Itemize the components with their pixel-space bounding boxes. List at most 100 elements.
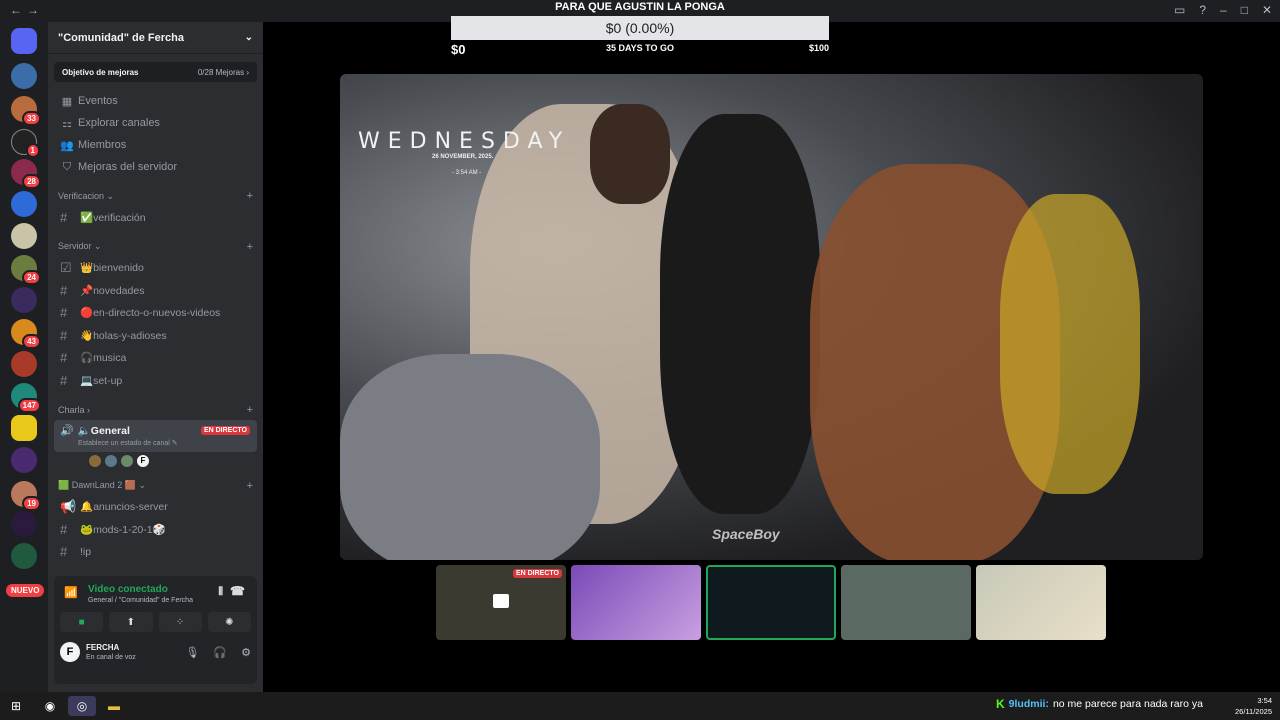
category-verificacion[interactable]: Verificacion ⌄ + [48, 186, 263, 206]
channel-sidebar: "Comunidad" de Fercha ⌄ Objetivo de mejo… [48, 22, 263, 692]
inbox-icon[interactable]: ▭ [1174, 3, 1185, 17]
system-clock[interactable]: 3:54 26/11/2025 [1235, 695, 1272, 717]
rules-icon: ☑ [60, 259, 72, 275]
server-icon[interactable]: 43 [11, 319, 41, 349]
obs-icon[interactable]: ◉ [36, 696, 64, 716]
channel-status[interactable]: Establece un estado de canal ✎ [78, 439, 178, 447]
participant-tile[interactable] [841, 565, 971, 640]
maximize-icon[interactable]: □ [1241, 3, 1248, 17]
voice-users: F [88, 453, 263, 468]
add-channel-icon[interactable]: + [247, 241, 253, 253]
headphones-icon[interactable]: 🎧 [213, 646, 227, 659]
participant-tile[interactable] [571, 565, 701, 640]
members-icon: 👥 [60, 139, 74, 152]
disconnect-icon[interactable]: ☎ [230, 584, 245, 598]
video-figure [590, 104, 670, 204]
voice-buttons: ■ ⬆ ⁘ ✺ [54, 604, 257, 632]
voice-channel-general[interactable]: 🔊 🔈General EN DIRECTO Establece un estad… [54, 419, 257, 452]
overlay-time: - 3:54 AM - [452, 170, 482, 176]
participant-thumbnails: EN DIRECTO [436, 565, 1106, 640]
activities-button[interactable]: ⁘ [158, 612, 202, 632]
participant-tile[interactable]: EN DIRECTO [436, 565, 566, 640]
soundboard-button[interactable]: ✺ [207, 612, 251, 632]
server-header[interactable]: "Comunidad" de Fercha ⌄ [48, 22, 263, 54]
main-video-stream[interactable]: WEDNESDAY 26 NOVEMBER, 2025. - 3:54 AM -… [340, 74, 1203, 560]
server-icon[interactable] [11, 415, 37, 441]
settings-gear-icon[interactable]: ⚙ [241, 646, 251, 659]
server-icon[interactable]: 1 [11, 129, 40, 158]
discord-home-icon[interactable] [11, 28, 37, 54]
menu-item-boosts[interactable]: ⛉ Mejoras del servidor [48, 156, 263, 178]
live-badge: EN DIRECTO [512, 569, 562, 578]
voice-connection: 📶 Video conectado General / "Comunidad" … [54, 576, 257, 604]
hash-icon: # [60, 282, 68, 298]
microphone-icon[interactable]: 🎙 [185, 646, 199, 659]
channel-holas[interactable]: # 👋holas-y-adioses [48, 324, 263, 347]
channel-musica[interactable]: # 🎧musica [48, 347, 263, 370]
file-explorer-icon[interactable]: ▬ [100, 696, 128, 716]
channel-bienvenido[interactable]: ☑ 👑bienvenido [48, 257, 263, 280]
signal-icon[interactable]: 📶 [64, 586, 78, 599]
server-icon[interactable] [11, 287, 37, 313]
screen-share-button[interactable]: ⬆ [109, 612, 153, 632]
noise-suppression-icon[interactable]: ⫴ [218, 586, 223, 599]
help-icon[interactable]: ? [1199, 3, 1206, 17]
menu-item-members[interactable]: 👥 Miembros [48, 134, 263, 156]
hash-icon: # [60, 521, 68, 537]
close-icon[interactable]: ✕ [1262, 3, 1272, 17]
windows-start-icon[interactable]: ⊞ [2, 696, 30, 716]
back-arrow-icon[interactable]: ← [10, 3, 22, 17]
server-icon[interactable] [11, 223, 37, 249]
boost-goal[interactable]: Objetivo de mejoras 0/28 Mejoras › [54, 62, 257, 82]
avatar[interactable] [120, 453, 134, 468]
participant-tile[interactable] [976, 565, 1106, 640]
menu-item-events[interactable]: ▦ Eventos [48, 90, 263, 112]
avatar[interactable] [88, 453, 102, 468]
camera-button[interactable]: ■ [60, 612, 104, 632]
channel-setup[interactable]: # 💻set-up [48, 369, 263, 392]
server-icon[interactable] [11, 63, 37, 89]
avatar[interactable]: F [60, 642, 80, 662]
screen-share-icon [493, 594, 509, 608]
avatar[interactable]: F [136, 453, 150, 468]
server-icon[interactable]: 28 [11, 159, 41, 189]
menu-item-browse-channels[interactable]: ⚏ Explorar canales [48, 112, 263, 134]
server-icon[interactable]: 33 [11, 96, 41, 126]
goal-max: $100 [808, 43, 829, 53]
channel-en-directo[interactable]: # 🔴en-directo-o-nuevos-videos [48, 302, 263, 325]
participant-tile[interactable] [706, 565, 836, 640]
chat-username: 9ludmii: [1008, 698, 1049, 710]
add-channel-icon[interactable]: + [247, 404, 253, 416]
username[interactable]: FERCHA En canal de voz [86, 643, 136, 661]
channel-verificacion[interactable]: # ✅verificación [48, 206, 263, 229]
avatar[interactable] [104, 453, 118, 468]
boost-icon: ⛉ [62, 160, 72, 173]
channel-mods[interactable]: # 🐸mods-1-20-1🎲 [48, 518, 263, 541]
new-badge[interactable]: NUEVO [6, 584, 45, 597]
announcement-icon: 📢 [60, 498, 77, 514]
add-channel-icon[interactable]: + [247, 190, 253, 202]
channel-novedades[interactable]: # 📌novedades [48, 279, 263, 302]
server-icon[interactable] [11, 543, 37, 569]
server-icon[interactable]: 19 [11, 481, 41, 511]
category-servidor[interactable]: Servidor ⌄ + [48, 237, 263, 257]
server-icon[interactable] [11, 447, 37, 473]
hash-icon: # [60, 350, 68, 366]
server-icon[interactable] [11, 511, 37, 537]
forward-arrow-icon[interactable]: → [27, 3, 39, 17]
discord-taskbar-icon[interactable]: ◎ [68, 696, 96, 716]
category-dawnland[interactable]: 🟩 DawnLand 2 🟫 ⌄ + [48, 476, 263, 496]
voice-location: General / "Comunidad" de Fercha [88, 597, 193, 604]
server-icon[interactable] [11, 351, 37, 377]
server-icon[interactable] [11, 191, 37, 217]
minimize-icon[interactable]: – [1220, 3, 1227, 17]
category-charla[interactable]: Charla › + [48, 400, 263, 420]
channel-anuncios[interactable]: 📢 🔔anuncios-server [48, 496, 263, 519]
window-controls: ▭ ? – □ ✕ [1174, 3, 1272, 17]
channel-ip[interactable]: # !ip [48, 541, 263, 564]
server-icon[interactable]: 147 [11, 383, 41, 413]
add-channel-icon[interactable]: + [247, 480, 253, 492]
chat-overlay: K 9ludmii: no me parece para nada raro y… [996, 697, 1203, 711]
server-icon[interactable]: 24 [11, 255, 41, 285]
hash-icon: # [60, 209, 68, 225]
